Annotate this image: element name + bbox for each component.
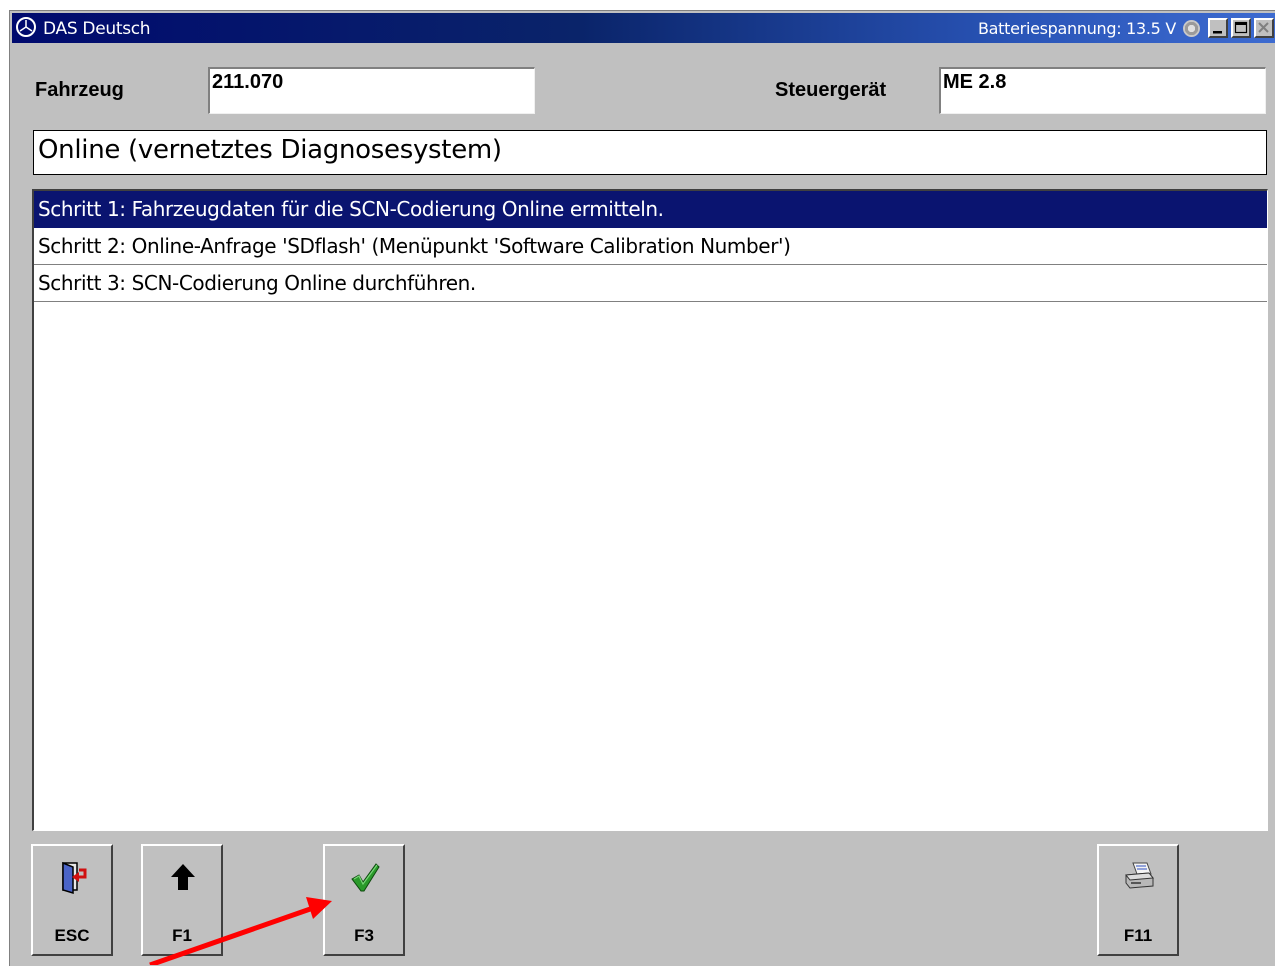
minimize-button[interactable] <box>1208 18 1228 38</box>
step-item-3[interactable]: Schritt 3: SCN-Codierung Online durchfüh… <box>34 265 1267 302</box>
battery-voltage-status: Batteriespannung: 13.5 V <box>978 19 1176 38</box>
f11-button-label: F11 <box>1123 926 1153 945</box>
step-list: Schritt 1: Fahrzeugdaten für die SCN-Cod… <box>32 189 1268 831</box>
mercedes-star-icon <box>16 17 36 37</box>
title-bar: DAS Deutsch Batteriespannung: 13.5 V <box>12 13 1275 43</box>
esc-button[interactable]: ESC <box>31 844 113 956</box>
gear-icon <box>1183 20 1200 37</box>
arrow-up-icon <box>171 864 195 890</box>
step-item-2[interactable]: Schritt 2: Online-Anfrage 'SDflash' (Men… <box>34 228 1267 265</box>
das-window: DAS Deutsch Batteriespannung: 13.5 V Fah… <box>9 10 1275 966</box>
f1-button-label: F1 <box>172 926 192 945</box>
f11-button[interactable]: F11 <box>1097 844 1179 956</box>
exit-door-icon <box>62 861 87 894</box>
f1-button[interactable]: F1 <box>141 844 223 956</box>
panel-title: Online (vernetztes Diagnosesystem) <box>33 130 1267 175</box>
step-item-1[interactable]: Schritt 1: Fahrzeugdaten für die SCN-Cod… <box>34 191 1267 228</box>
minimize-icon <box>1213 31 1222 34</box>
vehicle-field: 211.070 <box>208 67 535 114</box>
vehicle-label: Fahrzeug <box>35 79 124 101</box>
printer-icon <box>1125 862 1154 889</box>
f3-button-label: F3 <box>354 926 374 945</box>
window-title: DAS Deutsch <box>43 19 151 39</box>
maximize-button[interactable] <box>1231 18 1251 38</box>
checkmark-icon <box>351 863 380 892</box>
ecu-label: Steuergerät <box>775 79 887 101</box>
close-icon <box>1258 22 1269 33</box>
close-button[interactable] <box>1254 18 1274 38</box>
esc-button-label: ESC <box>54 926 90 945</box>
maximize-icon <box>1234 21 1248 34</box>
f3-button[interactable]: F3 <box>323 844 405 956</box>
ecu-field: ME 2.8 <box>939 67 1266 114</box>
